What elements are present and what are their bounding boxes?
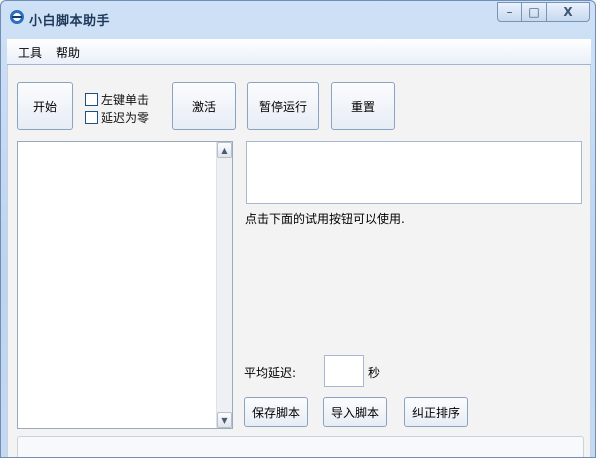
- pause-button[interactable]: 暂停运行: [247, 82, 319, 130]
- checkbox-label: 延迟为零: [101, 110, 150, 125]
- save-script-button[interactable]: 保存脚本: [244, 397, 308, 427]
- reset-button[interactable]: 重置: [331, 82, 395, 130]
- hint-text: 点击下面的试用按钮可以使用.: [245, 212, 405, 226]
- title-bar[interactable]: 小白脚本助手 – □ X: [1, 1, 595, 37]
- maximize-button[interactable]: □: [521, 2, 547, 22]
- menu-help[interactable]: 帮助: [53, 44, 83, 61]
- triangle-down-icon: ▼: [221, 415, 228, 425]
- close-icon: X: [563, 5, 573, 19]
- triangle-up-icon: ▲: [221, 145, 228, 155]
- sort-fix-button[interactable]: 纠正排序: [404, 397, 468, 427]
- delay-unit: 秒: [368, 366, 381, 380]
- zero-delay-checkbox[interactable]: 延迟为零: [85, 109, 149, 125]
- checkbox-box[interactable]: [85, 92, 98, 106]
- list-scrollbar[interactable]: ▲ ▼: [216, 142, 232, 428]
- delay-input[interactable]: [324, 355, 364, 387]
- close-button[interactable]: X: [546, 2, 590, 22]
- checkbox-box[interactable]: [85, 110, 98, 124]
- status-bar: [17, 436, 584, 457]
- main-panel: 开始 左键单击 延迟为零 激活 暂停运行 重置 ▲ ▼ 点击下面的试用按钮可以使…: [7, 65, 591, 457]
- left-click-checkbox[interactable]: 左键单击: [85, 91, 149, 107]
- scroll-down-button[interactable]: ▼: [217, 412, 232, 428]
- scroll-up-button[interactable]: ▲: [217, 142, 232, 158]
- minimize-icon: –: [506, 5, 513, 19]
- minimize-button[interactable]: –: [497, 2, 522, 22]
- import-script-button[interactable]: 导入脚本: [323, 397, 387, 427]
- app-window: 小白脚本助手 – □ X 工具 帮助 开始 左键单击 延迟为零 激活 暂停运行 …: [0, 0, 596, 458]
- start-button[interactable]: 开始: [17, 82, 73, 130]
- menu-bar: 工具 帮助: [7, 39, 591, 65]
- activate-button[interactable]: 激活: [172, 82, 236, 130]
- checkbox-label: 左键单击: [101, 92, 150, 107]
- maximize-icon: □: [528, 5, 540, 19]
- menu-tools[interactable]: 工具: [15, 44, 45, 61]
- script-list[interactable]: ▲ ▼: [17, 141, 233, 429]
- window-title: 小白脚本助手: [29, 14, 111, 29]
- delay-label: 平均延迟:: [244, 366, 297, 380]
- script-textbox[interactable]: [246, 141, 582, 204]
- app-icon: [9, 9, 25, 25]
